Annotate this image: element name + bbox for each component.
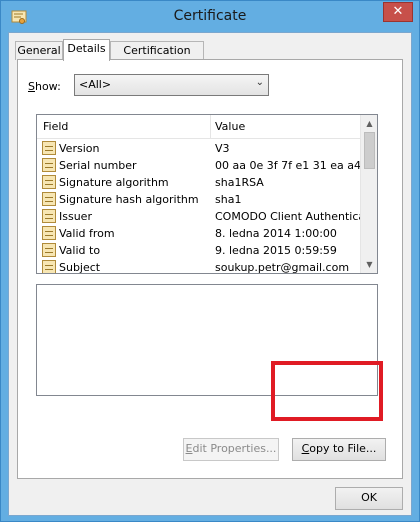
tab-details[interactable]: Details <box>63 39 110 61</box>
row-value: 9. ledna 2015 0:59:59 <box>215 244 337 257</box>
chevron-down-icon: ⌄ <box>255 77 264 88</box>
scroll-thumb[interactable] <box>364 132 375 169</box>
edit-properties-button[interactable]: Edit Properties... <box>183 438 279 461</box>
list-item[interactable]: Issuer COMODO Client Authenticatio... <box>37 208 361 225</box>
certificate-field-icon <box>42 243 56 257</box>
vertical-scrollbar[interactable]: ▲ ▼ <box>360 115 377 273</box>
copy-to-file-button[interactable]: Copy to File... <box>292 438 386 461</box>
row-value: V3 <box>215 142 230 155</box>
row-field: Signature hash algorithm <box>59 193 199 206</box>
scroll-down-icon[interactable]: ▼ <box>361 256 377 273</box>
window-title: Certificate <box>173 8 247 24</box>
row-value: 8. ledna 2014 1:00:00 <box>215 227 337 240</box>
list-item[interactable]: Signature hash algorithm sha1 <box>37 191 361 208</box>
list-item[interactable]: Valid from 8. ledna 2014 1:00:00 <box>37 225 361 242</box>
show-dropdown-value: <All> <box>79 78 112 91</box>
tab-label: General <box>17 44 61 57</box>
list-header: Field Value <box>37 115 361 139</box>
column-header-field[interactable]: Field <box>43 120 68 133</box>
row-field: Subject <box>59 261 101 274</box>
tab-label: Details <box>67 42 106 55</box>
tab-certification-path[interactable]: Certification Path <box>110 41 204 70</box>
row-field: Signature algorithm <box>59 176 169 189</box>
title-bar[interactable]: Certificate ✕ <box>1 1 419 32</box>
row-field: Version <box>59 142 100 155</box>
row-value: sha1 <box>215 193 242 206</box>
close-button[interactable]: ✕ <box>383 2 413 22</box>
certificate-field-icon <box>42 175 56 189</box>
list-rows: Version V3 Serial number 00 aa 0e 3f 7f e1… <box>37 140 361 274</box>
list-item[interactable]: Valid to 9. ledna 2015 0:59:59 <box>37 242 361 259</box>
highlight-annotation-box <box>271 361 383 421</box>
tab-general[interactable]: General <box>15 41 63 60</box>
ok-button[interactable]: OK <box>335 487 403 510</box>
row-field: Valid from <box>59 227 115 240</box>
certificate-window: Certificate ✕ General Details Certificat… <box>0 0 420 522</box>
certificate-field-icon <box>42 192 56 206</box>
row-field: Serial number <box>59 159 137 172</box>
certificate-field-icon <box>42 209 56 223</box>
row-field: Valid to <box>59 244 101 257</box>
show-label-rest: how: <box>34 80 61 93</box>
row-value: COMODO Client Authenticatio... <box>215 210 361 223</box>
list-item[interactable]: Version V3 <box>37 140 361 157</box>
list-item[interactable]: Subject soukup.petr@gmail.com <box>37 259 361 274</box>
row-value: sha1RSA <box>215 176 264 189</box>
certificate-field-icon <box>42 226 56 240</box>
show-label-mnemonic: S <box>28 80 35 93</box>
certificate-field-icon <box>42 141 56 155</box>
certificate-field-icon <box>42 158 56 172</box>
certificate-field-icon <box>42 260 56 273</box>
row-value: soukup.petr@gmail.com <box>215 261 350 274</box>
list-item[interactable]: Serial number 00 aa 0e 3f 7f e1 31 ea a4 … <box>37 157 361 174</box>
column-divider[interactable] <box>210 115 211 139</box>
row-value: 00 aa 0e 3f 7f e1 31 ea a4 dd ... <box>215 159 361 172</box>
show-dropdown[interactable]: <All> ⌄ <box>74 74 269 96</box>
edit-properties-label: dit Properties... <box>192 442 277 455</box>
column-header-value[interactable]: Value <box>215 120 245 133</box>
row-field: Issuer <box>59 210 92 223</box>
dialog-client-area: General Details Certification Path Show:… <box>8 32 412 516</box>
scroll-up-icon[interactable]: ▲ <box>361 115 377 132</box>
copy-to-file-label: opy to File... <box>309 442 377 455</box>
edit-properties-mnemonic: E <box>185 442 193 455</box>
show-label: Show: <box>28 80 61 93</box>
fields-list[interactable]: Field Value Version V3 Serial number 00 aa… <box>36 114 378 274</box>
list-item[interactable]: Signature algorithm sha1RSA <box>37 174 361 191</box>
